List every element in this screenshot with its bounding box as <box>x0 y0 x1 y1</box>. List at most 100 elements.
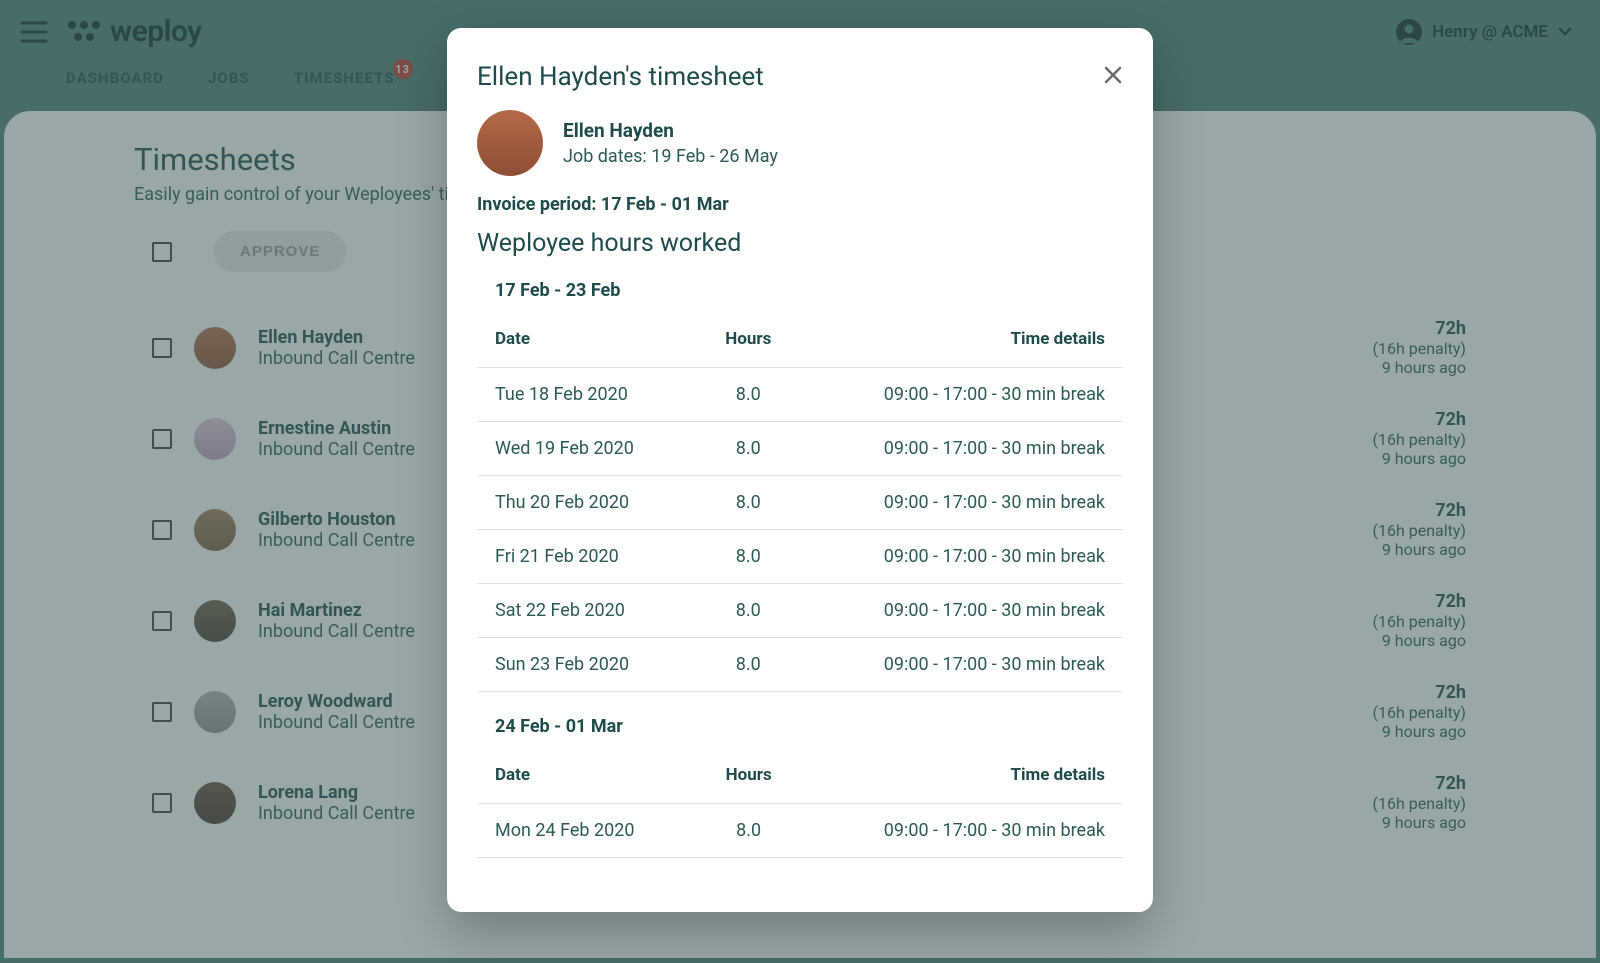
nav-dashboard[interactable]: DASHBOARD <box>66 69 164 87</box>
cell-date: Sun 23 Feb 2020 <box>477 638 697 692</box>
cell-date: Fri 21 Feb 2020 <box>477 530 697 584</box>
hours-row[interactable]: Thu 20 Feb 2020 8.0 09:00 - 17:00 - 30 m… <box>477 476 1123 530</box>
row-name: Leroy Woodward <box>258 691 415 712</box>
col-hours: Hours <box>697 745 800 804</box>
cell-details: 09:00 - 17:00 - 30 min break <box>800 804 1123 858</box>
select-all-checkbox[interactable] <box>152 242 172 262</box>
modal-job-dates: Job dates: 19 Feb - 26 May <box>563 146 778 167</box>
col-date: Date <box>477 745 697 804</box>
cell-hours: 8.0 <box>697 584 800 638</box>
cell-date: Thu 20 Feb 2020 <box>477 476 697 530</box>
week-label: 17 Feb - 23 Feb <box>477 280 1123 309</box>
row-penalty: (16h penalty) <box>1372 430 1466 449</box>
invoice-period: Invoice period: 17 Feb - 01 Mar <box>477 194 1123 215</box>
chevron-down-icon <box>1558 27 1572 37</box>
row-name: Hai Martinez <box>258 600 415 621</box>
user-label: Henry @ ACME <box>1432 22 1548 42</box>
cell-hours: 8.0 <box>697 422 800 476</box>
row-ago: 9 hours ago <box>1372 722 1466 741</box>
avatar <box>194 782 236 824</box>
row-penalty: (16h penalty) <box>1372 794 1466 813</box>
row-checkbox[interactable] <box>152 338 172 358</box>
hours-row[interactable]: Mon 24 Feb 2020 8.0 09:00 - 17:00 - 30 m… <box>477 804 1123 858</box>
row-penalty: (16h penalty) <box>1372 703 1466 722</box>
hours-table: Date Hours Time details Mon 24 Feb 2020 … <box>477 745 1123 858</box>
hours-row[interactable]: Fri 21 Feb 2020 8.0 09:00 - 17:00 - 30 m… <box>477 530 1123 584</box>
nav-jobs[interactable]: JOBS <box>208 69 250 87</box>
cell-hours: 8.0 <box>697 476 800 530</box>
row-penalty: (16h penalty) <box>1372 521 1466 540</box>
hamburger-menu-icon[interactable] <box>20 21 48 43</box>
row-name: Ernestine Austin <box>258 418 415 439</box>
col-date: Date <box>477 309 697 368</box>
approve-button[interactable]: APPROVE <box>214 231 346 272</box>
cell-details: 09:00 - 17:00 - 30 min break <box>800 368 1123 422</box>
cell-details: 09:00 - 17:00 - 30 min break <box>800 422 1123 476</box>
row-ago: 9 hours ago <box>1372 631 1466 650</box>
cell-hours: 8.0 <box>697 804 800 858</box>
modal-employee-name: Ellen Hayden <box>563 119 778 142</box>
row-name: Ellen Hayden <box>258 327 415 348</box>
cell-details: 09:00 - 17:00 - 30 min break <box>800 584 1123 638</box>
row-role: Inbound Call Centre <box>258 530 415 551</box>
close-icon[interactable] <box>1103 65 1123 89</box>
avatar <box>194 327 236 369</box>
avatar <box>477 110 543 176</box>
row-role: Inbound Call Centre <box>258 348 415 369</box>
week-label: 24 Feb - 01 Mar <box>477 716 1123 745</box>
col-details: Time details <box>800 309 1123 368</box>
cell-hours: 8.0 <box>697 530 800 584</box>
modal-title: Ellen Hayden's timesheet <box>477 62 764 92</box>
row-hours: 72h <box>1372 409 1466 430</box>
cell-details: 09:00 - 17:00 - 30 min break <box>800 530 1123 584</box>
col-details: Time details <box>800 745 1123 804</box>
timesheet-modal: Ellen Hayden's timesheet Ellen Hayden Jo… <box>447 28 1153 912</box>
col-hours: Hours <box>697 309 800 368</box>
cell-details: 09:00 - 17:00 - 30 min break <box>800 476 1123 530</box>
row-penalty: (16h penalty) <box>1372 339 1466 358</box>
cell-date: Sat 22 Feb 2020 <box>477 584 697 638</box>
nav-timesheets-badge: 13 <box>393 59 413 79</box>
hours-row[interactable]: Wed 19 Feb 2020 8.0 09:00 - 17:00 - 30 m… <box>477 422 1123 476</box>
avatar <box>194 509 236 551</box>
logo[interactable]: weploy <box>66 14 202 49</box>
row-checkbox[interactable] <box>152 520 172 540</box>
avatar <box>194 691 236 733</box>
user-menu[interactable]: Henry @ ACME <box>1396 19 1572 45</box>
row-checkbox[interactable] <box>152 793 172 813</box>
row-checkbox[interactable] <box>152 611 172 631</box>
user-icon <box>1396 19 1422 45</box>
row-checkbox[interactable] <box>152 702 172 722</box>
hours-row[interactable]: Sat 22 Feb 2020 8.0 09:00 - 17:00 - 30 m… <box>477 584 1123 638</box>
hours-row[interactable]: Tue 18 Feb 2020 8.0 09:00 - 17:00 - 30 m… <box>477 368 1123 422</box>
row-role: Inbound Call Centre <box>258 439 415 460</box>
row-hours: 72h <box>1372 500 1466 521</box>
row-penalty: (16h penalty) <box>1372 612 1466 631</box>
row-hours: 72h <box>1372 682 1466 703</box>
row-checkbox[interactable] <box>152 429 172 449</box>
hours-table: Date Hours Time details Tue 18 Feb 2020 … <box>477 309 1123 692</box>
row-ago: 9 hours ago <box>1372 540 1466 559</box>
logo-text: weploy <box>110 14 202 49</box>
hours-row[interactable]: Sun 23 Feb 2020 8.0 09:00 - 17:00 - 30 m… <box>477 638 1123 692</box>
hours-heading: Weployee hours worked <box>477 229 1123 258</box>
row-hours: 72h <box>1372 773 1466 794</box>
avatar <box>194 600 236 642</box>
row-role: Inbound Call Centre <box>258 621 415 642</box>
avatar <box>194 418 236 460</box>
cell-date: Tue 18 Feb 2020 <box>477 368 697 422</box>
row-ago: 9 hours ago <box>1372 813 1466 832</box>
cell-details: 09:00 - 17:00 - 30 min break <box>800 638 1123 692</box>
row-ago: 9 hours ago <box>1372 358 1466 377</box>
row-hours: 72h <box>1372 318 1466 339</box>
row-name: Lorena Lang <box>258 782 415 803</box>
row-name: Gilberto Houston <box>258 509 415 530</box>
cell-date: Mon 24 Feb 2020 <box>477 804 697 858</box>
cell-date: Wed 19 Feb 2020 <box>477 422 697 476</box>
row-ago: 9 hours ago <box>1372 449 1466 468</box>
row-role: Inbound Call Centre <box>258 712 415 733</box>
cell-hours: 8.0 <box>697 368 800 422</box>
row-role: Inbound Call Centre <box>258 803 415 824</box>
nav-timesheets[interactable]: TIMESHEETS 13 <box>294 69 395 87</box>
cell-hours: 8.0 <box>697 638 800 692</box>
